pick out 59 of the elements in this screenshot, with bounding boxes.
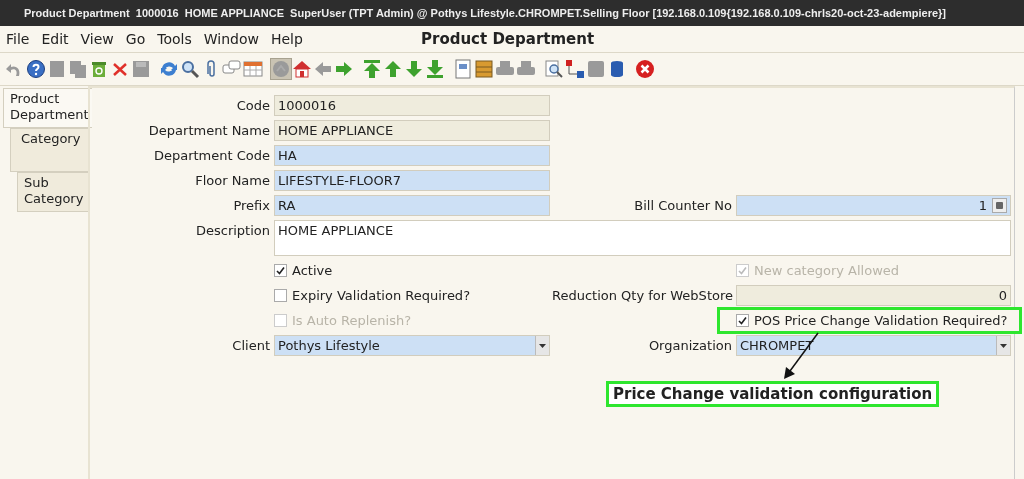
menu-item[interactable]: Tools <box>157 31 192 47</box>
window-title: Product Department 1000016 HOME APPLIANCE SuperUser (TPT Admin) @ Pothys Lifestyle.CHROMPET.Selling Floor [192.168.0.109{192.168.0.109-chrls20-oct-23-adempiere}] <box>0 0 1024 26</box>
text-field[interactable]: RA <box>274 195 550 216</box>
field-label: Organization <box>647 337 733 355</box>
number-field[interactable]: 0 <box>736 285 1011 306</box>
number-field[interactable]: 1 <box>736 195 1011 216</box>
checkbox-option[interactable]: Expiry Validation Required? <box>274 285 550 306</box>
caret-icon <box>1000 343 1007 348</box>
workflow-icon[interactable] <box>565 59 585 79</box>
text-field[interactable]: LIFESTYLE-FLOOR7 <box>274 170 550 191</box>
text-field[interactable]: HOME APPLIANCE <box>274 120 550 141</box>
home-icon[interactable] <box>292 59 312 79</box>
annotation-label: Price Change validation configuration <box>606 381 940 407</box>
dropdown-button[interactable] <box>535 336 549 355</box>
field-label: Client <box>231 337 271 355</box>
calculator-button[interactable] <box>992 198 1007 213</box>
field-label: Description <box>194 222 271 240</box>
first-icon[interactable] <box>362 59 382 79</box>
close-icon[interactable] <box>635 59 655 79</box>
checkbox-option[interactable]: Active <box>274 260 550 281</box>
screen-title: Product Department <box>421 30 595 48</box>
table-icon[interactable] <box>243 59 263 79</box>
search-icon[interactable] <box>180 59 200 79</box>
help-icon[interactable] <box>26 59 46 79</box>
checkbox[interactable] <box>736 314 749 327</box>
caret-icon <box>539 343 546 348</box>
text-field[interactable]: 1000016 <box>274 95 550 116</box>
menu-item[interactable]: Go <box>125 31 146 47</box>
menu-item[interactable]: Help <box>270 31 303 47</box>
checkbox[interactable] <box>274 264 287 277</box>
down-arrow-icon[interactable] <box>404 59 424 79</box>
text-field[interactable]: HA <box>274 145 550 166</box>
report-icon[interactable] <box>453 59 473 79</box>
menu-item[interactable]: Window <box>203 31 259 47</box>
field-label: Department Name <box>147 122 271 140</box>
tab[interactable]: Product Department <box>3 88 92 128</box>
refresh-icon[interactable] <box>159 59 179 79</box>
zoom-icon[interactable] <box>544 59 564 79</box>
right-arrow-icon[interactable] <box>334 59 354 79</box>
up-arrow-icon[interactable] <box>383 59 403 79</box>
dropdown[interactable]: Pothys Lifestyle <box>274 335 550 356</box>
last-icon[interactable] <box>425 59 445 79</box>
text-area[interactable]: HOME APPLIANCE <box>274 220 1011 256</box>
bin-icon[interactable] <box>89 59 109 79</box>
square-icon <box>996 202 1003 209</box>
field-label: Department Code <box>152 147 271 165</box>
menu-item[interactable]: View <box>80 31 114 47</box>
menu-item[interactable]: File <box>6 31 30 47</box>
field-label: Prefix <box>232 197 271 215</box>
field-label: Code <box>235 97 271 115</box>
field-label: Reduction Qty for WebStore <box>552 287 734 305</box>
cabinet-icon[interactable] <box>474 59 494 79</box>
menu-item[interactable]: Edit <box>41 31 69 47</box>
tab[interactable]: Sub Category <box>17 172 89 212</box>
dropdown-button[interactable] <box>996 336 1010 355</box>
checkbox[interactable] <box>274 289 287 302</box>
field-label: Floor Name <box>194 172 271 190</box>
field-label: Bill Counter No <box>633 197 733 215</box>
tab[interactable]: Category <box>10 128 89 172</box>
